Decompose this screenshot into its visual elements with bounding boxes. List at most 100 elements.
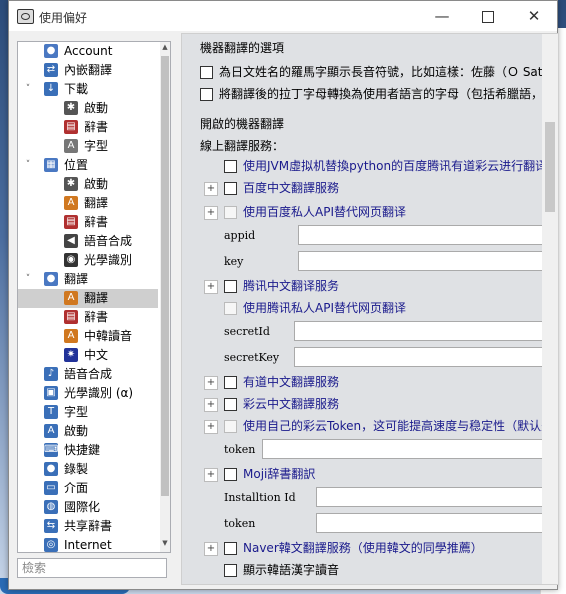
option-jvm-replace[interactable]: 使用JVM虛拟机替換python的百度腾讯有道彩云进行翻译 — [224, 158, 547, 174]
key-label: key — [224, 255, 244, 268]
expand-chevron-icon[interactable]: ˅ — [22, 270, 34, 289]
expand-youdao-button[interactable]: + — [204, 376, 218, 390]
expand-baidu-button[interactable]: + — [204, 182, 218, 196]
image-icon: ▣ — [44, 386, 58, 400]
checkbox[interactable] — [224, 182, 237, 195]
checkbox[interactable] — [224, 542, 237, 555]
option-moji[interactable]: Moji辞書翻訳 — [224, 466, 315, 482]
sidebar-item-label: 字型 — [64, 405, 89, 419]
sidebar-item[interactable]: ✱ 啟動 — [18, 175, 158, 194]
title-bar[interactable]: 使用偏好 — ✕ — [9, 1, 557, 31]
checkbox[interactable] — [224, 376, 237, 389]
scroll-up-arrow[interactable]: ▲ — [160, 43, 170, 55]
checkbox[interactable] — [224, 206, 237, 219]
sidebar-item[interactable]: ◀ 語音合成 — [18, 232, 158, 251]
option-naver[interactable]: Naver韓文翻譯服務（使用韓文的同學推薦） — [224, 540, 483, 556]
checkbox[interactable] — [200, 66, 213, 79]
checkbox[interactable] — [224, 468, 237, 481]
moji-token-input[interactable] — [316, 513, 550, 533]
text-icon: T — [44, 405, 58, 419]
keyboard-icon: ⌨ — [44, 443, 59, 457]
expand-caiyun-token-button[interactable]: + — [204, 420, 218, 434]
checkbox[interactable] — [224, 280, 237, 293]
sidebar-item[interactable]: T 字型 — [18, 403, 158, 422]
a-icon: A — [44, 424, 58, 438]
settings-scrollbar[interactable] — [542, 34, 558, 584]
sidebar-item[interactable]: ˅ ▦ 位置 — [18, 156, 158, 175]
option-korean-hanja[interactable]: 顯示韓語漢字讀音 — [224, 562, 339, 578]
sidebar-item[interactable]: ◉ 光學識別 — [18, 251, 158, 270]
installtion-id-input[interactable] — [316, 487, 550, 507]
sidebar-item[interactable]: ▣ 光學識別 (α) — [18, 384, 158, 403]
option-baidu[interactable]: 百度中文翻譯服務 — [224, 180, 339, 196]
sidebar-item-label: 快捷鍵 — [64, 443, 101, 457]
checkbox[interactable] — [200, 88, 213, 101]
preferences-window: 使用偏好 — ✕ ◎ Internet ⇆ 共享辭書 ◍ 國際化 ▭ 介面 ● 錄製 ⌨ 快捷鍵 A 啟動… — [8, 0, 559, 590]
sidebar-item[interactable]: A 啟動 — [18, 422, 158, 441]
option-caiyun[interactable]: 彩云中文翻譯服務 — [224, 396, 339, 412]
expand-tencent-button[interactable]: + — [204, 280, 218, 294]
option-baidu-api[interactable]: 使用百度私人API替代网页翻译 — [224, 204, 406, 220]
checkbox[interactable] — [224, 420, 237, 433]
settings-scroll-thumb[interactable] — [545, 122, 555, 212]
sidebar-item[interactable]: ◍ 國際化 — [18, 498, 158, 517]
sidebar-item[interactable]: ✷ 中文 — [18, 346, 158, 365]
expand-naver-button[interactable]: + — [204, 542, 218, 556]
sidebar-item[interactable]: A 中韓讀音 — [18, 327, 158, 346]
sidebar-item[interactable]: A 翻譯 — [18, 194, 158, 213]
sidebar-item-label: 啟動 — [84, 177, 109, 191]
minimize-button[interactable]: — — [419, 1, 465, 31]
checkbox[interactable] — [224, 160, 237, 173]
speaker-icon: ◀ — [64, 234, 78, 248]
ocr-icon: ◉ — [64, 253, 78, 267]
sidebar-item[interactable]: ● 錄製 — [18, 460, 158, 479]
sidebar-item[interactable]: ● Account — [18, 42, 158, 61]
option-tencent[interactable]: 腾讯中文翻译服务 — [224, 278, 339, 294]
option-convert-latin[interactable]: 將翻譯後的拉丁字母轉換為使用者語言的字母（包括希臘語， — [200, 86, 543, 102]
option-tencent-api[interactable]: 使用腾讯私人API替代网页翻译 — [224, 300, 406, 316]
sidebar-item[interactable]: ˅ ↓ 下載 — [18, 80, 158, 99]
sidebar-item[interactable]: A 字型 — [18, 137, 158, 156]
key-input[interactable] — [298, 251, 550, 271]
sidebar-item[interactable]: A 翻譯 — [18, 289, 158, 308]
expand-chevron-icon[interactable]: ˅ — [22, 156, 34, 175]
sidebar-item[interactable]: ⌨ 快捷鍵 — [18, 441, 158, 460]
maximize-button[interactable] — [465, 1, 511, 31]
option-romaji-long-vowel[interactable]: 為日文姓名的羅馬字顯示長音符號，比如這樣：佐藤（Ｏ Sat — [200, 64, 543, 80]
sidebar-item[interactable]: ⇄ 內嵌翻譯 — [18, 61, 158, 80]
appid-input[interactable] — [298, 225, 550, 245]
sidebar-item[interactable]: ▤ 辭書 — [18, 213, 158, 232]
sidebar-item[interactable]: ▤ 辭書 — [18, 308, 158, 327]
sidebar-item[interactable]: ⇆ 共享辭書 — [18, 517, 158, 536]
checkbox[interactable] — [224, 564, 237, 577]
token-input[interactable] — [262, 439, 550, 459]
expand-caiyun-button[interactable]: + — [204, 398, 218, 412]
swap-icon: ⇄ — [44, 63, 58, 77]
preferences-tree[interactable]: ◎ Internet ⇆ 共享辭書 ◍ 國際化 ▭ 介面 ● 錄製 ⌨ 快捷鍵 A 啟動 T 字型 ▣ 光學識別 … — [17, 41, 171, 553]
sidebar-item[interactable]: ◎ Internet — [18, 536, 158, 552]
scroll-down-arrow[interactable]: ▼ — [160, 539, 170, 551]
gear-icon: ✱ — [64, 101, 78, 115]
sidebar-item[interactable]: ▤ 辭書 — [18, 118, 158, 137]
option-youdao[interactable]: 有道中文翻譯服務 — [224, 374, 339, 390]
secretid-input[interactable] — [294, 321, 550, 341]
expand-baidu-api-button[interactable]: + — [204, 206, 218, 220]
expand-moji-button[interactable]: + — [204, 468, 218, 482]
sidebar-item[interactable]: ▭ 介面 — [18, 479, 158, 498]
close-button[interactable]: ✕ — [511, 1, 557, 31]
checkbox[interactable] — [224, 398, 237, 411]
expand-chevron-icon[interactable]: ˅ — [22, 80, 34, 99]
secretkey-input[interactable] — [294, 347, 550, 367]
sidebar-item[interactable]: ˅ ● 翻譯 — [18, 270, 158, 289]
scroll-thumb[interactable] — [161, 56, 169, 496]
checkbox[interactable] — [224, 302, 237, 315]
sidebar-item-label: 光學識別 (α) — [64, 386, 134, 400]
sidebar-item[interactable]: ♪ 語音合成 — [18, 365, 158, 384]
search-input[interactable]: 檢索 — [17, 558, 167, 578]
sidebar-item-label: Internet — [64, 538, 112, 552]
sidebar-item[interactable]: ✱ 啟動 — [18, 99, 158, 118]
font-icon: A — [64, 139, 78, 153]
option-caiyun-token[interactable]: 使用自己的彩云Token，这可能提高速度与稳定性（默认是 — [224, 418, 553, 434]
window-icon: ▭ — [44, 481, 58, 495]
tree-scrollbar[interactable]: ▲ ▼ — [160, 42, 170, 552]
